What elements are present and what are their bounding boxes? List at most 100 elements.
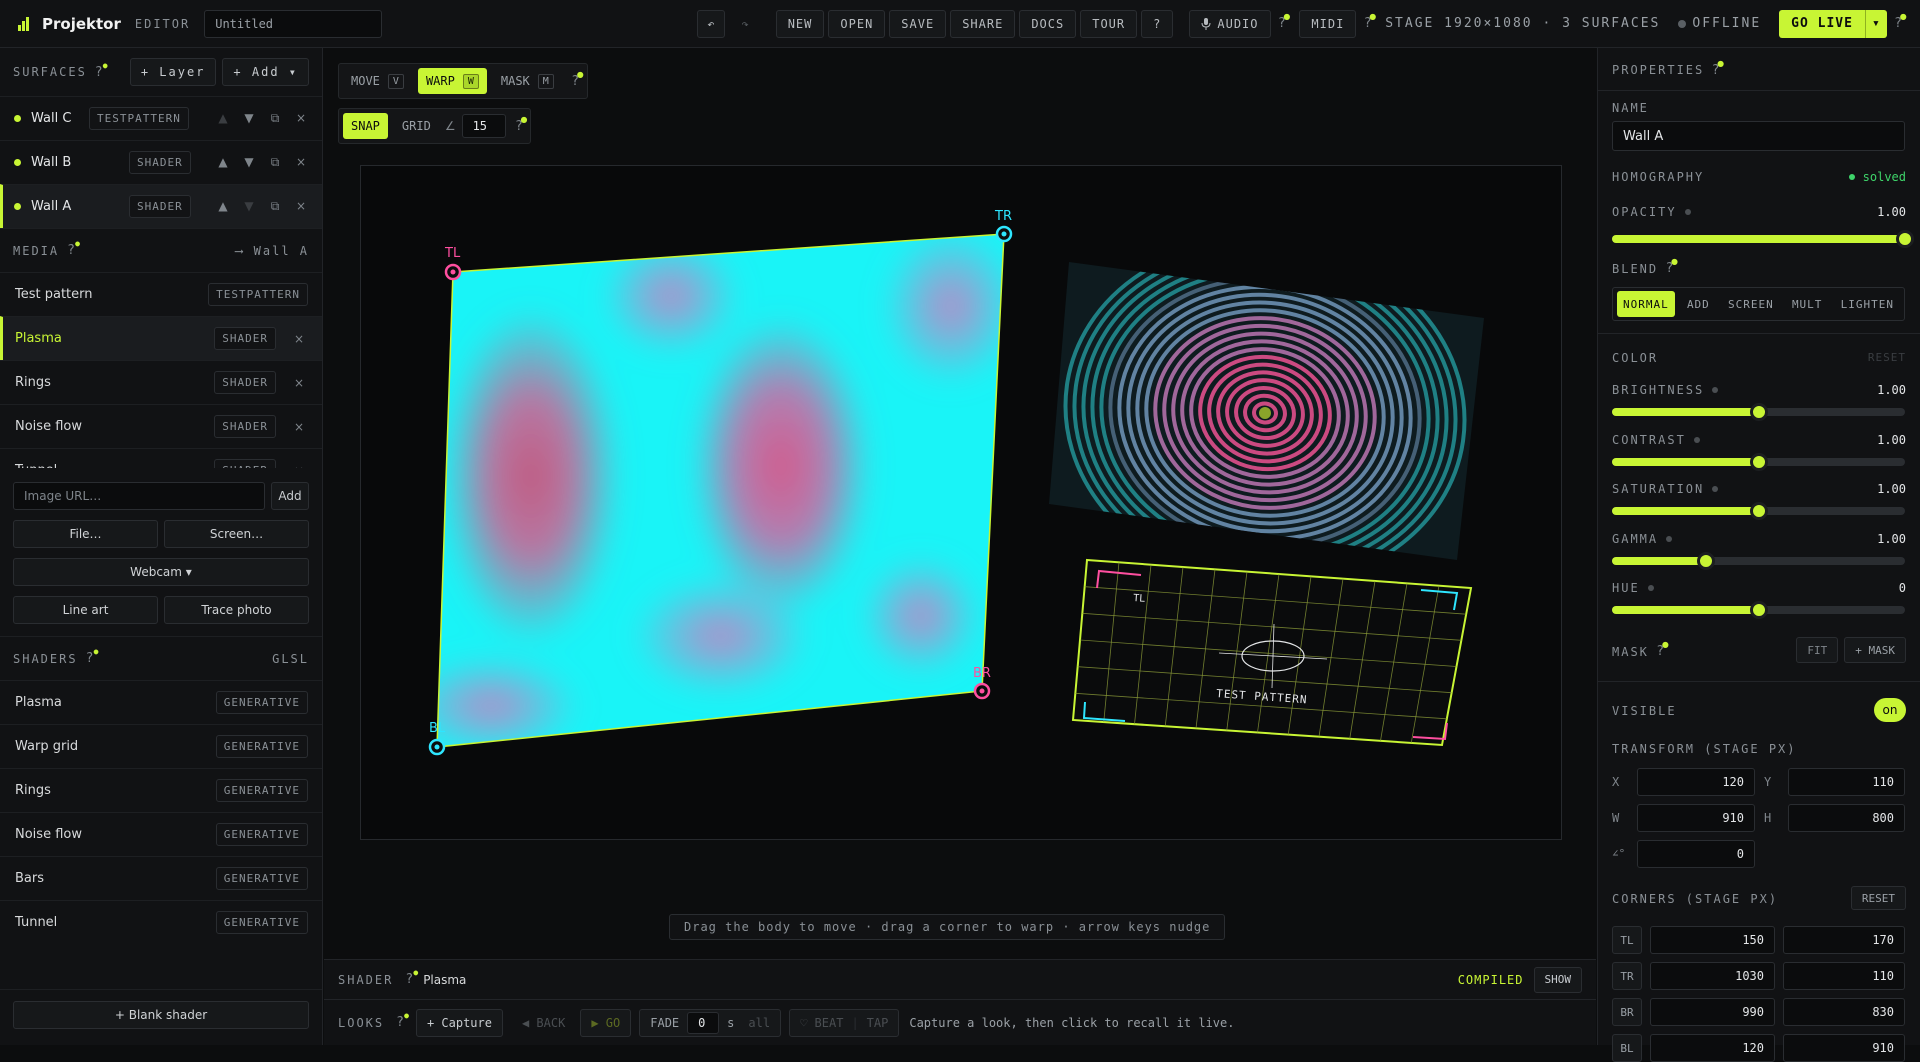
contrast-slider[interactable]: [1612, 452, 1905, 471]
surface-visible-dot-icon[interactable]: [14, 203, 21, 210]
go-live-dropdown[interactable]: ▾: [1864, 9, 1887, 38]
shader-item[interactable]: Bars GENERATIVE: [0, 856, 322, 900]
new-button[interactable]: NEW: [775, 9, 825, 38]
mask-help-icon[interactable]: ? ●: [1657, 640, 1669, 659]
duplicate-icon[interactable]: ⧉: [266, 111, 284, 126]
transform-y-input[interactable]: 110: [1788, 768, 1905, 796]
redo-button[interactable]: ↷: [731, 10, 759, 38]
properties-help-icon[interactable]: ? ●: [1712, 59, 1724, 78]
share-button[interactable]: SHARE: [950, 9, 1016, 38]
add-surface-dropdown[interactable]: + Add ▾: [222, 58, 309, 86]
shader-item[interactable]: Tunnel GENERATIVE: [0, 900, 322, 944]
move-down-icon[interactable]: ▼: [240, 155, 258, 170]
surface-name-input[interactable]: Wall A: [1612, 121, 1905, 151]
delete-icon[interactable]: ×: [292, 155, 310, 170]
duplicate-icon[interactable]: ⧉: [266, 199, 284, 214]
snap-help-icon[interactable]: ? ●: [516, 115, 528, 134]
surface-row[interactable]: Wall A SHADER ▲ ▼ ⧉ ×: [0, 184, 322, 228]
add-layer-button[interactable]: + Layer: [129, 58, 217, 86]
gamma-slider[interactable]: [1612, 551, 1905, 570]
hue-link-icon[interactable]: [1647, 585, 1654, 591]
tap-tempo-button[interactable]: TAP: [867, 1016, 889, 1030]
fade-all-toggle[interactable]: all: [748, 1016, 770, 1030]
undo-button[interactable]: ↶: [697, 9, 726, 38]
image-url-input[interactable]: Image URL…: [13, 482, 265, 510]
stage-canvas[interactable]: TL TEST PATTERN TL TR BR BL: [360, 165, 1562, 840]
blend-add-button[interactable]: ADD: [1681, 291, 1716, 317]
add-mask-button[interactable]: + MASK: [1844, 637, 1906, 663]
corner-y-input[interactable]: 830: [1783, 998, 1905, 1026]
media-help-icon[interactable]: ? ●: [67, 239, 80, 258]
contrast-link-icon[interactable]: [1693, 436, 1700, 443]
trace-photo-button[interactable]: Trace photo: [164, 596, 309, 624]
remove-media-icon[interactable]: ×: [290, 464, 308, 469]
corner-x-input[interactable]: 1030: [1650, 962, 1775, 990]
move-down-icon[interactable]: ▼: [240, 199, 258, 214]
surfaces-help-icon[interactable]: ? ●: [95, 61, 108, 80]
corner-handle-tr[interactable]: TR: [994, 209, 1013, 243]
corner-y-input[interactable]: 110: [1783, 962, 1905, 990]
hue-slider-knob[interactable]: [1749, 601, 1768, 619]
shader-item[interactable]: Plasma GENERATIVE: [0, 680, 322, 724]
move-tool-button[interactable]: MOVE V: [343, 68, 412, 94]
docs-button[interactable]: DOCS: [1019, 9, 1077, 38]
blend-help-icon[interactable]: ? ●: [1666, 257, 1678, 276]
shader-show-button[interactable]: SHOW: [1533, 966, 1582, 993]
corners-reset-button[interactable]: RESET: [1850, 886, 1906, 910]
surface-row[interactable]: Wall B SHADER ▲ ▼ ⧉ ×: [0, 140, 322, 184]
saturation-slider[interactable]: [1612, 502, 1905, 520]
media-item[interactable]: Tunnel SHADER ×: [0, 448, 322, 468]
line-art-button[interactable]: Line art: [13, 596, 158, 624]
blend-screen-button[interactable]: SCREEN: [1722, 291, 1780, 317]
blank-shader-button[interactable]: + Blank shader: [13, 1001, 309, 1029]
fade-input[interactable]: 0: [687, 1011, 720, 1034]
looks-help-icon[interactable]: ? ●: [396, 1011, 409, 1030]
wall-a-surface[interactable]: [401, 216, 1021, 766]
transform-angle-input[interactable]: 0: [1637, 840, 1755, 868]
grid-toggle[interactable]: GRID: [394, 113, 439, 139]
shader-item[interactable]: Warp grid GENERATIVE: [0, 724, 322, 768]
midi-help-icon[interactable]: ? ●: [1364, 12, 1376, 31]
warp-tool-button[interactable]: WARP W: [417, 68, 487, 94]
move-down-icon[interactable]: ▼: [240, 111, 258, 126]
remove-media-icon[interactable]: ×: [290, 376, 308, 390]
opacity-slider[interactable]: [1612, 230, 1914, 248]
look-go-button[interactable]: ▶ GO: [580, 1008, 632, 1037]
corner-handle-tl[interactable]: TL: [444, 246, 462, 281]
opacity-slider-knob[interactable]: [1896, 230, 1914, 248]
audio-button[interactable]: AUDIO: [1189, 9, 1271, 38]
saturation-link-icon[interactable]: [1712, 486, 1719, 492]
corner-x-input[interactable]: 120: [1650, 1034, 1775, 1062]
angle-snap-input[interactable]: 15: [461, 114, 506, 138]
surface-row[interactable]: Wall C TESTPATTERN ▲ ▼ ⧉ ×: [0, 96, 322, 140]
look-back-button[interactable]: ◀ BACK: [511, 1009, 576, 1037]
add-url-button[interactable]: Add: [271, 482, 309, 510]
capture-look-button[interactable]: + Capture: [415, 1008, 503, 1037]
mask-tool-button[interactable]: MASK M: [493, 68, 562, 94]
media-item[interactable]: Test pattern TESTPATTERN: [0, 272, 322, 316]
screen-button[interactable]: Screen…: [164, 520, 309, 548]
gamma-slider-knob[interactable]: [1696, 551, 1715, 570]
transform-h-input[interactable]: 800: [1788, 804, 1905, 832]
hue-slider[interactable]: [1612, 601, 1905, 619]
surface-visible-dot-icon[interactable]: [14, 115, 21, 122]
blend-lighten-button[interactable]: LIGHTEN: [1835, 291, 1900, 317]
color-reset-button[interactable]: RESET: [1868, 351, 1906, 364]
snap-toggle[interactable]: SNAP: [343, 113, 388, 139]
go-live-help-icon[interactable]: ? ●: [1895, 12, 1907, 31]
duplicate-icon[interactable]: ⧉: [266, 155, 284, 170]
open-button[interactable]: OPEN: [828, 9, 886, 38]
brightness-slider-knob[interactable]: [1749, 403, 1768, 421]
surface-visible-dot-icon[interactable]: [14, 159, 21, 166]
corner-x-input[interactable]: 990: [1650, 998, 1775, 1026]
save-button[interactable]: SAVE: [889, 9, 947, 38]
help-button[interactable]: ?: [1141, 9, 1174, 38]
webcam-dropdown[interactable]: Webcam ▾: [13, 558, 309, 586]
gamma-link-icon[interactable]: [1666, 535, 1673, 542]
contrast-slider-knob[interactable]: [1749, 452, 1768, 471]
delete-icon[interactable]: ×: [292, 111, 310, 126]
media-item[interactable]: Plasma SHADER ×: [0, 316, 322, 360]
remove-media-icon[interactable]: ×: [290, 420, 308, 434]
mask-fit-button[interactable]: FIT: [1796, 637, 1839, 663]
brightness-link-icon[interactable]: [1712, 387, 1719, 393]
